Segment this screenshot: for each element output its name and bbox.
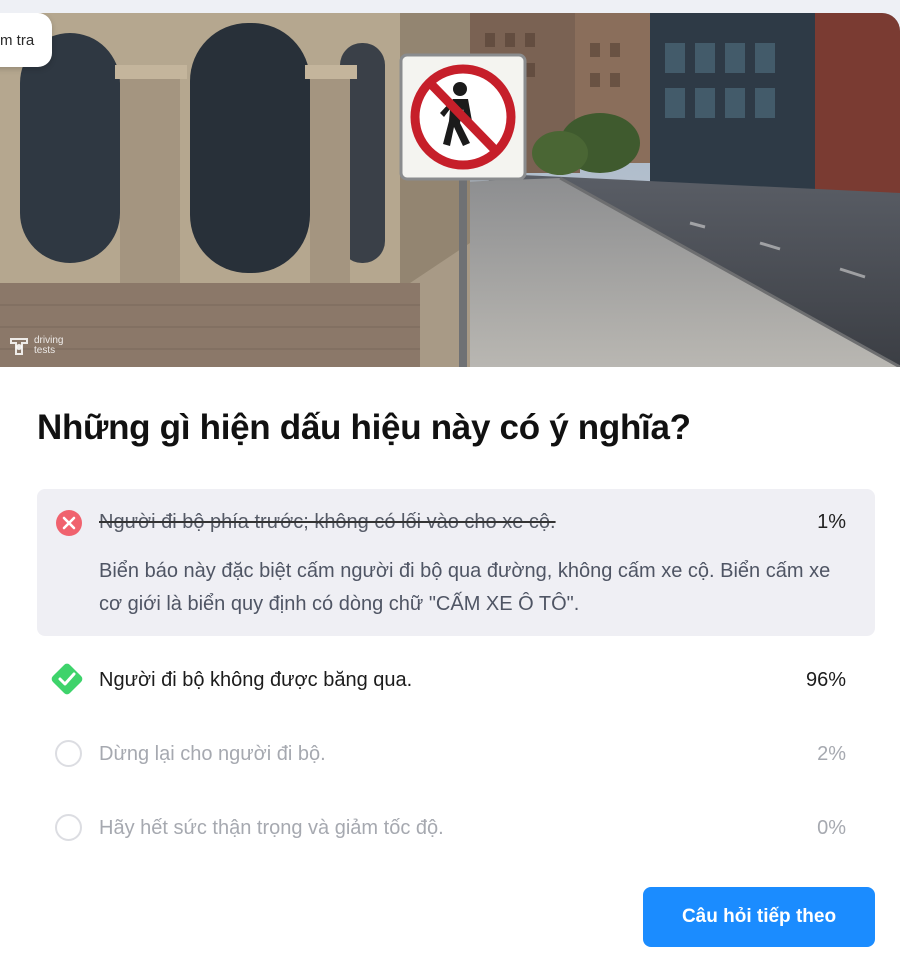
answer-option[interactable]: Dừng lại cho người đi bộ. 2% xyxy=(37,739,875,771)
radio-circle-icon xyxy=(55,814,82,841)
answer-text: Người đi bộ không được băng qua. xyxy=(99,669,413,691)
wrong-x-icon xyxy=(55,509,83,543)
answer-text: Hãy hết sức thận trọng và giảm tốc độ. xyxy=(99,817,444,839)
watermark-text: driving tests xyxy=(34,335,64,356)
answer-option[interactable]: Hãy hết sức thận trọng và giảm tốc độ. 0… xyxy=(37,813,875,845)
answer-option-wrong[interactable]: Người đi bộ phía trước; không có lối vào… xyxy=(37,489,875,636)
check-badge-label: m tra xyxy=(0,31,35,49)
question-card: m tra driving tests Những gì hiện dấu hi… xyxy=(0,13,900,980)
answer-percent: 96% xyxy=(805,669,846,691)
answer-percent: 1% xyxy=(817,511,846,533)
answer-option-correct[interactable]: Người đi bộ không được băng qua. 96% xyxy=(37,663,875,697)
question-image: m tra driving tests xyxy=(0,13,900,367)
next-question-button[interactable]: Câu hỏi tiếp theo xyxy=(643,887,875,947)
answer-text: Dừng lại cho người đi bộ. xyxy=(99,743,326,765)
answer-text: Người đi bộ phía trước; không có lối vào… xyxy=(99,511,556,533)
check-badge[interactable]: m tra xyxy=(0,13,52,67)
question-title: Những gì hiện dấu hiệu này có ý nghĩa? xyxy=(37,408,691,447)
answer-explanation: Biển báo này đặc biệt cấm người đi bộ qu… xyxy=(99,560,831,615)
answer-percent: 2% xyxy=(817,743,846,765)
radio-circle-icon xyxy=(55,740,82,767)
answer-percent: 0% xyxy=(817,817,846,839)
driving-tests-logo-icon xyxy=(10,338,28,355)
watermark: driving tests xyxy=(8,335,74,357)
correct-check-icon xyxy=(49,661,85,703)
